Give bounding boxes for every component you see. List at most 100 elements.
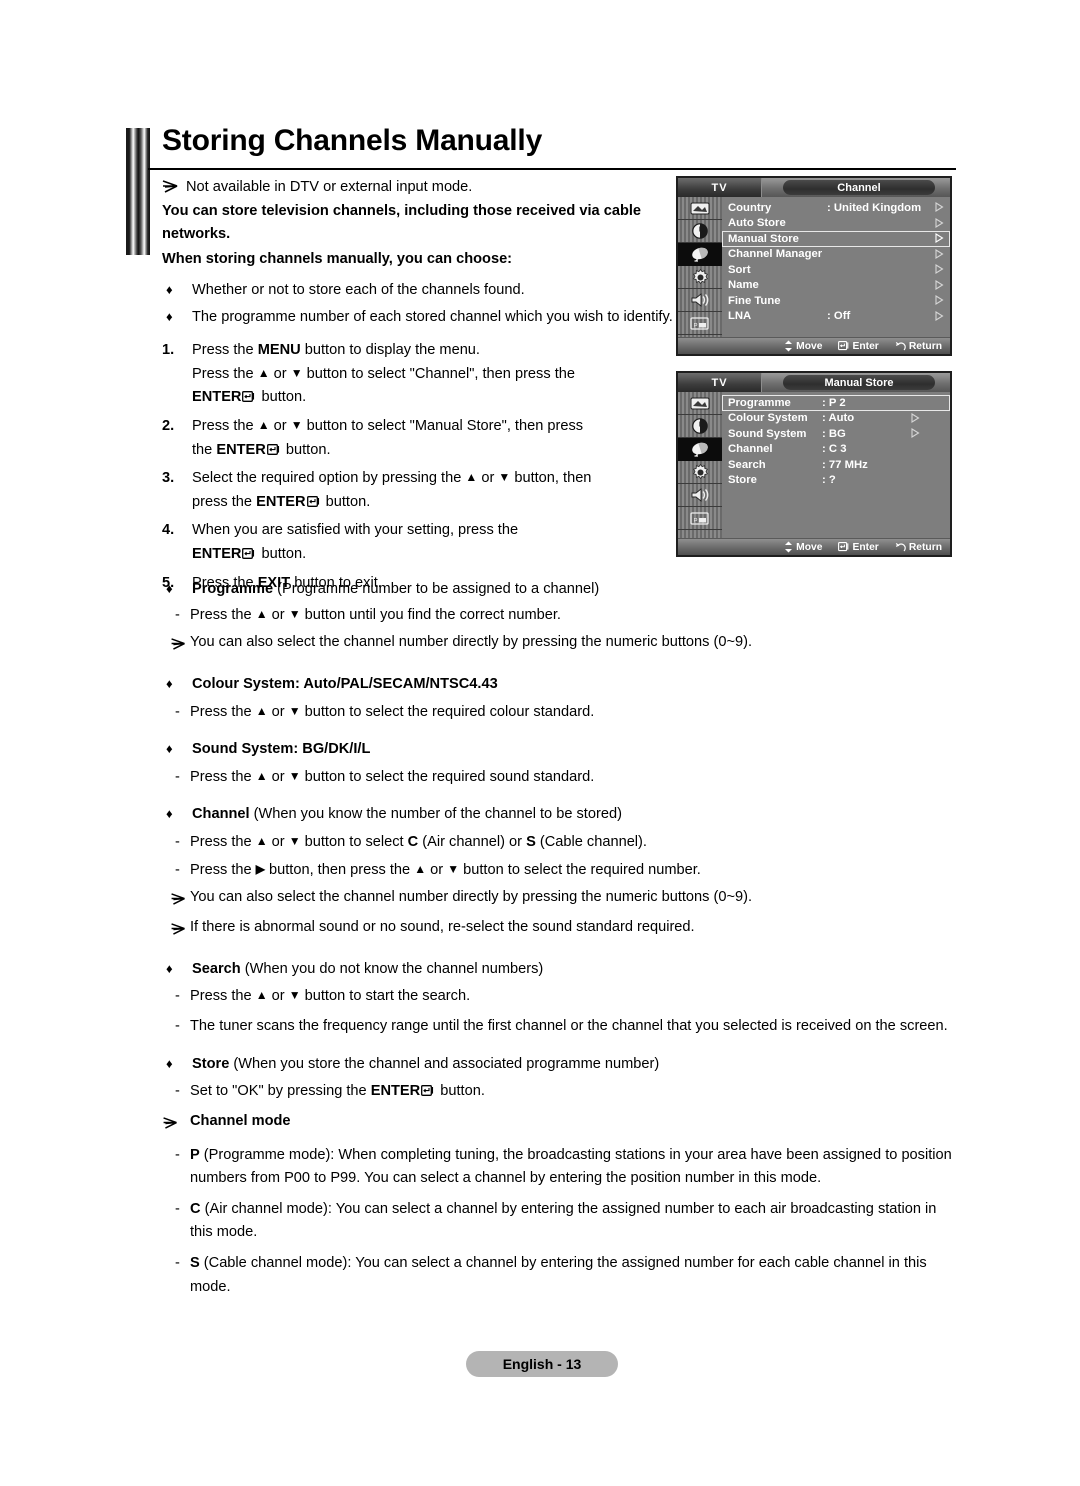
dash-bullet-icon: - (175, 988, 180, 1005)
t: When you are satisfied with your setting… (192, 522, 519, 539)
dash-bullet-icon: - (175, 606, 180, 623)
diamond-bullet-icon: ♦ (166, 960, 173, 976)
intro-text-column: Not available in DTV or external input m… (162, 176, 682, 600)
dash-bullet-icon: - (175, 1255, 180, 1272)
osd-row-manual-store-label: Manual Store (728, 232, 799, 245)
osd-row-channel-label: Channel (728, 443, 773, 456)
step-3: 3. Select the required option by pressin… (162, 467, 682, 514)
step-3-number: 3. (162, 470, 175, 487)
picture-icon[interactable] (678, 392, 722, 415)
osd-footer-return-label: Return (908, 340, 942, 352)
t: or (267, 834, 289, 851)
setup-gear-icon[interactable] (678, 461, 722, 484)
t: or (477, 470, 499, 487)
step-2: 2. Press the ▲ or ▼ button to select "Ma… (162, 415, 682, 462)
t: button until you find the correct number… (300, 606, 561, 623)
option-search-dash-1: - Press the ▲ or ▼ button to start the s… (162, 985, 962, 1009)
note-arrow-icon (162, 631, 190, 659)
osd-row-sort-label: Sort (728, 263, 751, 276)
sound-icon[interactable] (678, 484, 722, 507)
osd-row-sort[interactable]: Sort (722, 262, 950, 278)
osd-footer-enter[interactable]: Enter (838, 341, 879, 352)
pip-icon[interactable]: P (678, 312, 722, 335)
osd-row-name[interactable]: Name (722, 278, 950, 294)
channel-mode-heading: Channel mode (162, 1110, 962, 1138)
t: button to start the search. (300, 988, 471, 1005)
t: (When you do not know the channel number… (240, 960, 544, 977)
svg-text:P: P (694, 323, 698, 329)
osd-footer-move-label: Move (796, 340, 823, 352)
sound-icon[interactable] (678, 289, 722, 312)
channel-dish-icon[interactable] (678, 438, 722, 461)
osd-row-search-value: : 77 MHz (822, 458, 868, 471)
option-sound-system: ♦ Sound System: BG/DK/I/L - Press the ▲ … (162, 738, 962, 789)
osd-row-search[interactable]: Search : 77 MHz (722, 457, 950, 473)
t: Select the required option by pressing t… (192, 470, 466, 487)
osd-row-channel-value: : C 3 (822, 443, 847, 456)
setup-gear-icon[interactable] (678, 266, 722, 289)
channel-mode-item-p-text: (Programme mode): When completing tuning… (190, 1146, 952, 1187)
up-arrow-glyph: ▲ (255, 834, 268, 849)
osd-row-sound-system[interactable]: Sound System : BG (722, 426, 950, 442)
osd-manual-store-menu: TV Manual Store P Programme: P 2 Colour… (676, 371, 952, 557)
s-keyword: S (526, 834, 536, 851)
t: button. (436, 1083, 485, 1100)
title-gradient-bar (126, 128, 150, 255)
up-arrow-glyph: ▲ (414, 861, 427, 876)
option-store: ♦ Store (When you store the channel and … (162, 1053, 962, 1104)
page-title-block: Storing Channels Manually (126, 124, 956, 255)
s-keyword: S (190, 1255, 200, 1272)
option-search: ♦ Search (When you do not know the chann… (162, 958, 962, 1039)
t: Press the (192, 341, 258, 358)
channel-mode-item-p: - P (Programme mode): When completing tu… (162, 1144, 962, 1191)
osd-row-programme[interactable]: Programme : P 2 (722, 395, 950, 411)
picture-icon[interactable] (678, 197, 722, 220)
osd-row-channel-manager[interactable]: Channel Manager (722, 247, 950, 263)
option-channel-heading: ♦ Channel (When you know the number of t… (162, 803, 962, 827)
osd-footer-move[interactable]: Move (784, 340, 822, 352)
osd-row-lna[interactable]: LNA : Off (722, 309, 950, 325)
osd-footer-return[interactable]: Return (895, 341, 942, 352)
option-programme-heading: ♦ Programme (Programme number to be assi… (162, 578, 962, 602)
osd-footer-enter[interactable]: Enter (838, 542, 879, 553)
osd-row-country[interactable]: Country : United Kingdom (722, 200, 950, 216)
down-arrow-glyph: ▼ (447, 861, 460, 876)
option-colour-system: ♦ Colour System: Auto/PAL/SECAM/NTSC4.43… (162, 673, 962, 724)
menu-keyword: MENU (257, 341, 301, 358)
osd-footer-return[interactable]: Return (895, 542, 942, 553)
osd-footer-move[interactable]: Move (784, 541, 822, 553)
dash-bullet-icon: - (175, 1083, 180, 1100)
clock-icon[interactable] (678, 415, 722, 438)
pip-icon[interactable]: P (678, 507, 722, 530)
t: (Cable channel). (535, 834, 647, 851)
osd-row-channel[interactable]: Channel : C 3 (722, 442, 950, 458)
option-search-label: Search (192, 960, 241, 977)
osd-row-fine-tune[interactable]: Fine Tune (722, 293, 950, 309)
osd-row-auto-store[interactable]: Auto Store (722, 216, 950, 232)
clock-icon[interactable] (678, 220, 722, 243)
diamond-bullet-icon: ♦ (166, 675, 173, 691)
osd-manual-store-rows: Programme : P 2 Colour System : Auto Sou… (722, 392, 950, 555)
option-channel-label: Channel (192, 806, 250, 823)
osd-row-manual-store[interactable]: Manual Store (722, 231, 950, 247)
osd-row-colour-system[interactable]: Colour System : Auto (722, 411, 950, 427)
enter-keyword: ENTER (192, 389, 242, 406)
note-arrow-icon (162, 180, 179, 193)
osd-row-store[interactable]: Store : ? (722, 473, 950, 489)
note-arrow-icon (162, 886, 190, 914)
down-arrow-glyph: ▼ (288, 834, 301, 849)
osd-row-country-value: : United Kingdom (827, 201, 922, 214)
osd-channel-title: Channel (783, 180, 935, 195)
step-4-number: 4. (162, 522, 175, 539)
t: (Air channel) or (418, 834, 527, 851)
t: or (267, 606, 289, 623)
t: or (269, 365, 291, 382)
option-search-dash-2: - The tuner scans the frequency range un… (162, 1015, 962, 1039)
t: button to select the required sound stan… (300, 768, 595, 785)
osd-row-search-label: Search (728, 458, 766, 471)
channel-dish-icon[interactable] (678, 243, 722, 266)
enter-return-icon (242, 548, 256, 560)
channel-mode-item-c-text: (Air channel mode): You can select a cha… (190, 1200, 937, 1241)
intro-note-text: Not available in DTV or external input m… (186, 179, 473, 195)
diamond-bullet-icon: ♦ (166, 1055, 173, 1071)
